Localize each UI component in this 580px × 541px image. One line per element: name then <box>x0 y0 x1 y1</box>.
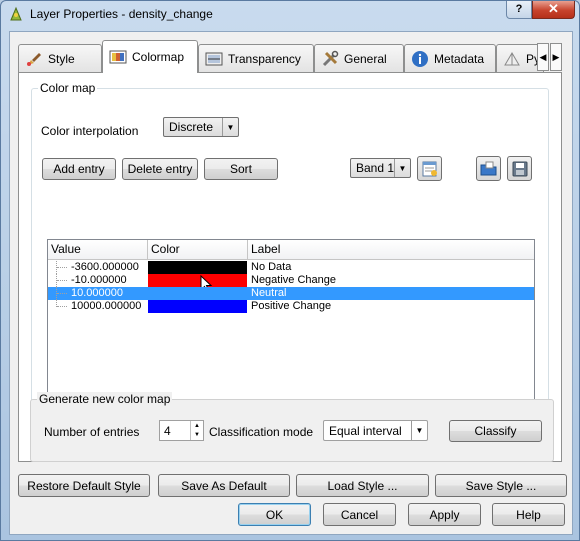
color-swatch[interactable] <box>148 274 247 287</box>
chevron-down-icon: ▼ <box>394 159 410 177</box>
load-color-map-from-file-button[interactable] <box>476 156 501 181</box>
table-row[interactable]: 10000.000000 Positive Change <box>48 300 534 313</box>
save-style-button[interactable]: Save Style ... <box>435 474 567 497</box>
layer-properties-window: Layer Properties - density_change ? ✕ St… <box>0 0 580 541</box>
cancel-button[interactable]: Cancel <box>323 503 396 526</box>
chevron-down-icon: ▼ <box>411 421 427 440</box>
save-disk-icon <box>512 161 527 176</box>
load-style-button[interactable]: Load Style ... <box>296 474 429 497</box>
add-entry-button[interactable]: Add entry <box>42 158 116 180</box>
combo-value: Band 1 <box>356 161 395 175</box>
tree-branch-line <box>56 274 68 287</box>
apply-button[interactable]: Apply <box>408 503 481 526</box>
transparency-icon <box>205 52 223 65</box>
color-interpolation-label: Color interpolation <box>41 124 139 138</box>
combo-value: Discrete <box>169 120 214 134</box>
classification-mode-combo[interactable]: Equal interval ▼ <box>323 420 428 441</box>
load-color-map-from-band-button[interactable] <box>417 156 442 181</box>
help-button[interactable]: Help <box>492 503 565 526</box>
save-as-default-button[interactable]: Save As Default <box>158 474 290 497</box>
chevron-down-icon: ▼ <box>222 118 238 136</box>
tab-transparency[interactable]: Transparency <box>198 44 314 72</box>
color-map-group: Color map Color interpolation Discrete ▼… <box>31 81 549 427</box>
window-title: Layer Properties - density_change <box>30 7 213 21</box>
sort-button[interactable]: Sort <box>204 158 278 180</box>
tab-label: Metadata <box>434 51 485 66</box>
color-swatch[interactable] <box>148 261 247 274</box>
number-of-entries-label: Number of entries <box>44 425 140 439</box>
pyramid-icon <box>504 51 520 65</box>
tab-general[interactable]: General <box>314 44 404 72</box>
tab-style[interactable]: Style <box>18 44 102 72</box>
close-window-button[interactable]: ✕ <box>532 1 575 19</box>
tree-branch-line <box>56 261 68 274</box>
entry-value: -10.000000 <box>71 274 127 286</box>
entry-value: -3600.000000 <box>71 261 139 273</box>
table-row-selected[interactable]: 10.000000 Neutral <box>48 287 534 300</box>
entry-label: Neutral <box>251 287 287 299</box>
tab-scroll-left-button[interactable]: ◀ <box>537 43 549 71</box>
delete-entry-button[interactable]: Delete entry <box>122 158 198 180</box>
tab-scroll-right-button[interactable]: ▶ <box>550 43 562 71</box>
restore-default-style-button[interactable]: Restore Default Style <box>18 474 150 497</box>
tab-bar: Style Colormap Transparency General Meta… <box>18 40 562 73</box>
tab-label: Transparency <box>228 51 301 66</box>
open-folder-icon <box>480 161 496 175</box>
table-icon <box>422 161 437 176</box>
chevron-up-icon[interactable]: ▲ <box>191 421 203 431</box>
dialog-client-area: Style Colormap Transparency General Meta… <box>9 31 573 535</box>
qgis-app-icon <box>10 6 22 21</box>
tab-label: Style <box>48 51 75 66</box>
color-interpolation-combo[interactable]: Discrete ▼ <box>163 117 239 137</box>
group-title: Generate new color map <box>37 392 173 406</box>
tree-branch-line <box>56 300 68 307</box>
entry-value: 10.000000 <box>71 287 123 299</box>
entry-label: No Data <box>251 261 292 273</box>
tab-label: Colormap <box>132 50 185 64</box>
spinbox-value: 4 <box>164 423 171 438</box>
colormap-icon <box>109 50 127 64</box>
info-icon <box>412 50 428 67</box>
chevron-down-icon[interactable]: ▼ <box>191 431 203 441</box>
column-header-label[interactable]: Label <box>248 240 534 260</box>
color-swatch[interactable] <box>148 287 247 300</box>
tab-label: General <box>344 51 387 66</box>
paintbrush-icon <box>27 52 41 66</box>
entry-label: Positive Change <box>251 300 332 312</box>
ok-button[interactable]: OK <box>238 503 311 526</box>
spinbox-arrows[interactable]: ▲ ▼ <box>190 421 203 440</box>
export-color-map-button[interactable] <box>507 156 532 181</box>
number-of-entries-spinbox[interactable]: 4 ▲ ▼ <box>159 420 204 441</box>
tree-branch-line <box>56 287 68 300</box>
column-header-value[interactable]: Value <box>48 240 148 260</box>
tools-icon <box>322 50 339 66</box>
classification-mode-label: Classification mode <box>209 425 314 439</box>
color-swatch[interactable] <box>148 300 247 313</box>
tab-colormap[interactable]: Colormap <box>102 40 198 73</box>
entry-label: Negative Change <box>251 274 337 286</box>
band-combo[interactable]: Band 1 ▼ <box>350 158 411 178</box>
entry-value: 10000.000000 <box>71 300 142 312</box>
group-title: Color map <box>38 81 98 95</box>
combo-value: Equal interval <box>329 423 402 438</box>
column-header-color[interactable]: Color <box>148 240 248 260</box>
table-row[interactable]: -3600.000000 No Data <box>48 261 534 274</box>
table-row[interactable]: -10.000000 Negative Change <box>48 274 534 293</box>
help-title-button[interactable]: ? <box>506 1 532 19</box>
title-bar[interactable]: Layer Properties - density_change ? ✕ <box>1 1 579 27</box>
tab-metadata[interactable]: Metadata <box>404 44 496 72</box>
generate-color-map-group: Generate new color map Number of entries… <box>30 392 554 462</box>
classify-button[interactable]: Classify <box>449 420 542 442</box>
